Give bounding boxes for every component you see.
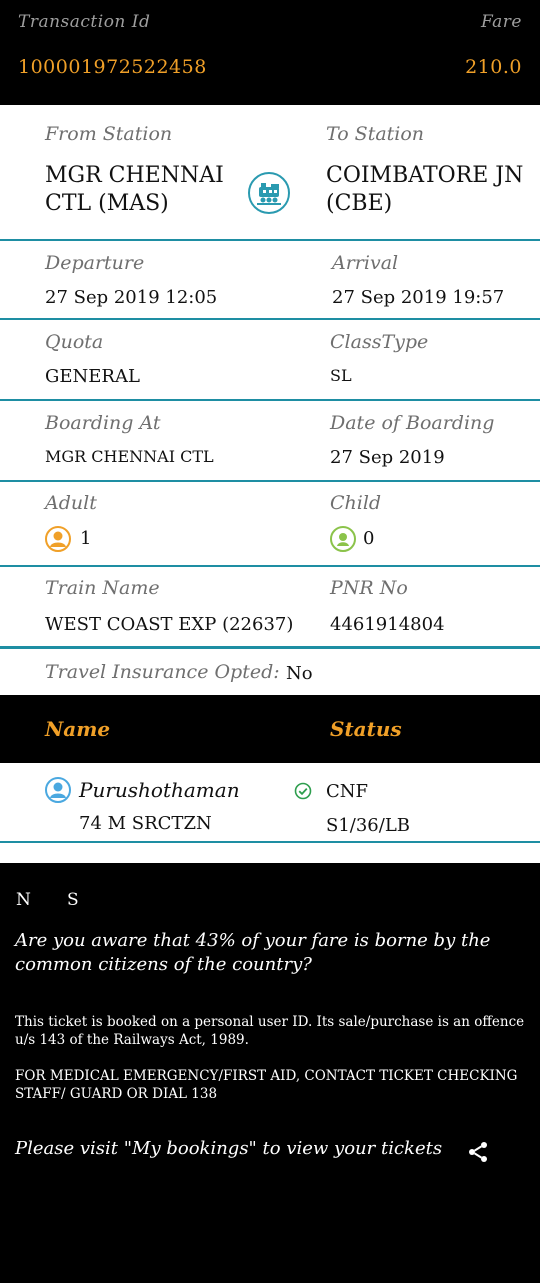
- insurance-label: Travel Insurance Opted:: [45, 661, 280, 683]
- arrival-value: 27 Sep 2019 19:57: [332, 287, 505, 308]
- share-icon[interactable]: [466, 1140, 490, 1164]
- divider: [0, 239, 540, 241]
- my-bookings-notice: Please visit "My bookings" to view your …: [15, 1138, 443, 1159]
- quota-value: GENERAL: [45, 366, 140, 387]
- card-bottom-strip: [0, 845, 540, 863]
- passenger-name: Purushothaman: [79, 778, 240, 802]
- date-of-boarding-value: 27 Sep 2019: [330, 447, 445, 468]
- divider: [0, 399, 540, 401]
- divider: [0, 565, 540, 567]
- check-circle-icon: [294, 782, 312, 800]
- fare-label: Fare: [481, 12, 522, 32]
- insurance-value: No: [286, 663, 313, 684]
- to-station-label: To Station: [326, 123, 425, 145]
- child-count: 0: [363, 528, 375, 549]
- passenger-table-header: Name Status: [0, 695, 540, 763]
- to-station-line-2: (CBE): [326, 191, 393, 216]
- transaction-id-value: 100001972522458: [18, 56, 207, 78]
- boarding-at-value: MGR CHENNAI CTL: [45, 447, 214, 466]
- from-station-label: From Station: [45, 123, 173, 145]
- child-label: Child: [330, 492, 382, 514]
- medical-emergency-notice: FOR MEDICAL EMERGENCY/FIRST AID, CONTACT…: [15, 1068, 518, 1102]
- passenger-icon: [45, 777, 71, 803]
- quota-label: Quota: [45, 331, 104, 353]
- passenger-details: 74 M SRCTZN: [79, 813, 212, 834]
- divider: [0, 646, 540, 649]
- status-column-header: Status: [330, 717, 402, 741]
- boarding-at-label: Boarding At: [45, 412, 161, 434]
- berth-info: S1/36/LB: [326, 815, 410, 836]
- from-station-line-2: CTL (MAS): [45, 191, 169, 216]
- train-name-value: WEST COAST EXP (22637): [45, 614, 294, 635]
- child-icon: [330, 526, 356, 552]
- name-column-header: Name: [45, 717, 111, 741]
- adult-label: Adult: [45, 492, 97, 514]
- divider: [0, 318, 540, 320]
- pnr-label: PNR No: [330, 577, 408, 599]
- divider: [0, 480, 540, 482]
- passenger-row: Purushothaman 74 M SRCTZN CNF S1/36/LB: [0, 763, 540, 845]
- departure-value: 27 Sep 2019 12:05: [45, 287, 218, 308]
- train-icon: [248, 172, 290, 214]
- personal-id-notice: This ticket is booked on a personal user…: [15, 1014, 525, 1048]
- subsidy-notice: Are you aware that 43% of your fare is b…: [15, 930, 491, 975]
- transaction-id-label: Transaction Id: [18, 12, 151, 32]
- from-station-value: MGR CHENNAI CTL (MAS): [45, 162, 224, 218]
- divider: [0, 841, 540, 843]
- class-type-value: SL: [330, 366, 352, 385]
- arrival-label: Arrival: [332, 252, 399, 274]
- adult-count: 1: [80, 528, 92, 549]
- train-name-label: Train Name: [45, 577, 160, 599]
- ticket-header: Transaction Id Fare 100001972522458 210.…: [0, 0, 540, 105]
- from-station-line-1: MGR CHENNAI: [45, 163, 224, 188]
- journey-card: From Station MGR CHENNAI CTL (MAS) To St…: [0, 105, 540, 695]
- legend-n: N: [16, 890, 31, 910]
- to-station-line-1: COIMBATORE JN: [326, 163, 524, 188]
- to-station-value: COIMBATORE JN (CBE): [326, 162, 523, 218]
- class-type-label: ClassType: [330, 331, 429, 353]
- pnr-value: 4461914804: [330, 614, 445, 635]
- departure-label: Departure: [45, 252, 145, 274]
- legend-s: S: [67, 890, 79, 910]
- adult-icon: [45, 526, 71, 552]
- date-of-boarding-label: Date of Boarding: [330, 412, 495, 434]
- fare-value: 210.0: [465, 56, 522, 78]
- booking-status: CNF: [326, 781, 369, 802]
